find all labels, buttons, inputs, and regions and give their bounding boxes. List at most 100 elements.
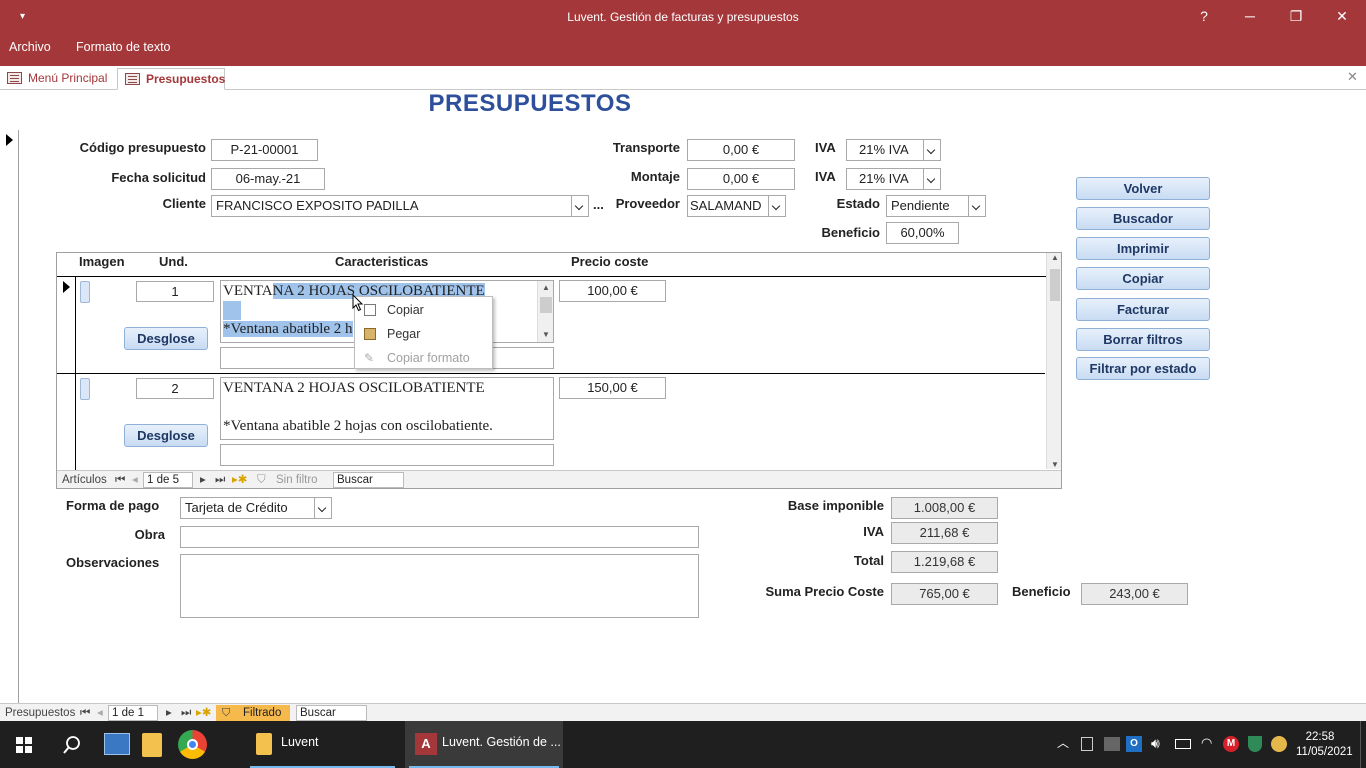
outlook-icon[interactable]: O bbox=[1126, 736, 1142, 752]
windows-start-icon[interactable] bbox=[16, 737, 32, 753]
last-record-icon[interactable]: ⏭ bbox=[215, 471, 225, 488]
facturar-button[interactable]: Facturar bbox=[1076, 298, 1210, 321]
record-number-field[interactable]: 1 de 5 bbox=[143, 472, 193, 488]
menu-item-copiar-formato[interactable]: ✎ Copiar formato bbox=[355, 346, 492, 370]
iva-total-field[interactable]: 211,68 € bbox=[891, 522, 998, 544]
weather-icon[interactable] bbox=[1271, 736, 1287, 752]
precio-coste-field[interactable]: 150,00 € bbox=[559, 377, 666, 399]
scroll-thumb[interactable] bbox=[540, 297, 552, 313]
close-document-icon[interactable]: ✕ bbox=[1347, 69, 1358, 85]
borrar-filtros-button[interactable]: Borrar filtros bbox=[1076, 328, 1210, 351]
iva1-combo[interactable]: 21% IVA bbox=[846, 139, 941, 161]
filter-toggle[interactable]: ⛉ Filtrado bbox=[216, 705, 290, 721]
montaje-field[interactable]: 0,00 € bbox=[687, 168, 795, 190]
text-scrollbar[interactable]: ▲ ▼ bbox=[537, 281, 553, 342]
search-icon[interactable] bbox=[62, 735, 82, 755]
usb-icon[interactable] bbox=[1081, 737, 1093, 751]
row-selector[interactable] bbox=[57, 374, 76, 470]
transporte-label: Transporte bbox=[612, 140, 680, 155]
menu-item-copiar[interactable]: Copiar bbox=[355, 298, 492, 322]
next-record-icon[interactable]: ▸ bbox=[166, 704, 172, 722]
suma-precio-coste-field[interactable]: 765,00 € bbox=[891, 583, 998, 605]
total-field[interactable]: 1.219,68 € bbox=[891, 551, 998, 573]
ribbon-tab-archivo[interactable]: Archivo bbox=[9, 34, 51, 60]
clock[interactable]: 22:58 11/05/2021 bbox=[1296, 730, 1353, 760]
beneficio-total-field[interactable]: 243,00 € bbox=[1081, 583, 1188, 605]
last-record-icon[interactable]: ⏭ bbox=[181, 704, 191, 722]
scroll-up-icon[interactable]: ▲ bbox=[538, 281, 553, 295]
speaker-icon[interactable]: 🔊︎ bbox=[1151, 735, 1160, 752]
row-selector[interactable] bbox=[57, 277, 76, 373]
battery-icon[interactable] bbox=[1175, 739, 1191, 749]
fecha-field[interactable]: 06-may.-21 bbox=[211, 168, 325, 190]
caracteristicas-extra-field[interactable] bbox=[220, 444, 554, 466]
ribbon-tab-formato-de-texto[interactable]: Formato de texto bbox=[76, 34, 171, 60]
record-number-field[interactable]: 1 de 1 bbox=[108, 705, 158, 721]
tab-label: Menú Principal bbox=[28, 71, 108, 85]
search-input[interactable]: Buscar bbox=[296, 705, 367, 721]
desglose-button[interactable]: Desglose bbox=[124, 424, 208, 447]
base-imponible-field[interactable]: 1.008,00 € bbox=[891, 497, 998, 519]
tab-menu-principal[interactable]: Menú Principal bbox=[0, 68, 116, 90]
beneficio-field[interactable]: 60,00% bbox=[886, 222, 959, 244]
antivirus-icon[interactable]: M bbox=[1223, 736, 1239, 752]
new-record-icon[interactable]: ▸✱ bbox=[232, 471, 247, 488]
previous-record-icon[interactable]: ◂ bbox=[97, 704, 103, 722]
computer-app-icon[interactable] bbox=[104, 733, 130, 755]
tab-presupuestos[interactable]: Presupuestos bbox=[117, 68, 225, 90]
shield-icon[interactable] bbox=[1248, 736, 1262, 752]
imprimir-button[interactable]: Imprimir bbox=[1076, 237, 1210, 260]
wifi-icon[interactable]: ◠ bbox=[1201, 735, 1212, 751]
record-selector[interactable] bbox=[0, 130, 19, 703]
new-record-icon[interactable]: ▸✱ bbox=[196, 704, 211, 722]
codigo-field[interactable]: P-21-00001 bbox=[211, 139, 318, 161]
filter-status[interactable]: Sin filtro bbox=[276, 471, 318, 488]
cliente-combo[interactable]: FRANCISCO EXPOSITO PADILLA bbox=[211, 195, 589, 217]
precio-coste-field[interactable]: 100,00 € bbox=[559, 280, 666, 302]
close-window-button[interactable]: ✕ bbox=[1319, 0, 1365, 34]
minimize-button[interactable]: ─ bbox=[1227, 0, 1273, 34]
proveedor-combo[interactable]: SALAMAND bbox=[687, 195, 786, 217]
next-record-icon[interactable]: ▸ bbox=[200, 471, 206, 488]
help-button[interactable]: ? bbox=[1181, 0, 1227, 34]
scroll-up-icon[interactable]: ▲ bbox=[1047, 253, 1061, 262]
scroll-thumb[interactable] bbox=[1050, 269, 1060, 301]
imagen-field[interactable] bbox=[80, 378, 90, 400]
previous-record-icon[interactable]: ◂ bbox=[132, 471, 138, 488]
taskbar-app-luvent-access[interactable]: A Luvent. Gestión de ... bbox=[405, 721, 563, 768]
system-tray-icon[interactable] bbox=[1104, 737, 1120, 751]
taskbar-app-luvent-folder[interactable]: Luvent bbox=[246, 721, 399, 768]
iva2-combo[interactable]: 21% IVA bbox=[846, 168, 941, 190]
chrome-icon[interactable] bbox=[178, 730, 207, 759]
filtrar-por-estado-button[interactable]: Filtrar por estado bbox=[1076, 357, 1210, 380]
copiar-button[interactable]: Copiar bbox=[1076, 267, 1210, 290]
buscador-button[interactable]: Buscador bbox=[1076, 207, 1210, 230]
desglose-button[interactable]: Desglose bbox=[124, 327, 208, 350]
transporte-field[interactable]: 0,00 € bbox=[687, 139, 795, 161]
file-explorer-icon[interactable] bbox=[142, 733, 162, 757]
first-record-icon[interactable]: ⏮ bbox=[80, 704, 90, 722]
chevron-down-icon[interactable] bbox=[768, 196, 785, 216]
caracteristicas-field[interactable]: VENTANA 2 HOJAS OSCILOBATIENTE *Ventana … bbox=[220, 377, 554, 440]
menu-item-pegar[interactable]: Pegar bbox=[355, 322, 492, 346]
scroll-down-icon[interactable]: ▼ bbox=[1047, 460, 1061, 469]
observaciones-field[interactable] bbox=[180, 554, 699, 618]
forma-pago-combo[interactable]: Tarjeta de Crédito bbox=[180, 497, 332, 519]
search-input[interactable]: Buscar bbox=[333, 472, 404, 488]
chevron-up-icon[interactable]: ︿ bbox=[1057, 734, 1069, 751]
chevron-down-icon[interactable] bbox=[314, 498, 331, 518]
obra-field[interactable] bbox=[180, 526, 699, 548]
subform-scrollbar[interactable]: ▲ ▼ bbox=[1046, 253, 1061, 469]
volver-button[interactable]: Volver bbox=[1076, 177, 1210, 200]
und-field[interactable]: 1 bbox=[136, 281, 214, 302]
chevron-down-icon[interactable] bbox=[968, 196, 985, 216]
estado-combo[interactable]: Pendiente bbox=[886, 195, 986, 217]
restore-button[interactable]: ❐ bbox=[1273, 0, 1319, 34]
first-record-icon[interactable]: ⏮ bbox=[115, 471, 125, 488]
chevron-down-icon[interactable] bbox=[923, 140, 940, 160]
und-field[interactable]: 2 bbox=[136, 378, 214, 399]
imagen-field[interactable] bbox=[80, 281, 90, 303]
scroll-down-icon[interactable]: ▼ bbox=[538, 328, 553, 342]
chevron-down-icon[interactable] bbox=[923, 169, 940, 189]
show-desktop-button[interactable] bbox=[1360, 721, 1366, 768]
